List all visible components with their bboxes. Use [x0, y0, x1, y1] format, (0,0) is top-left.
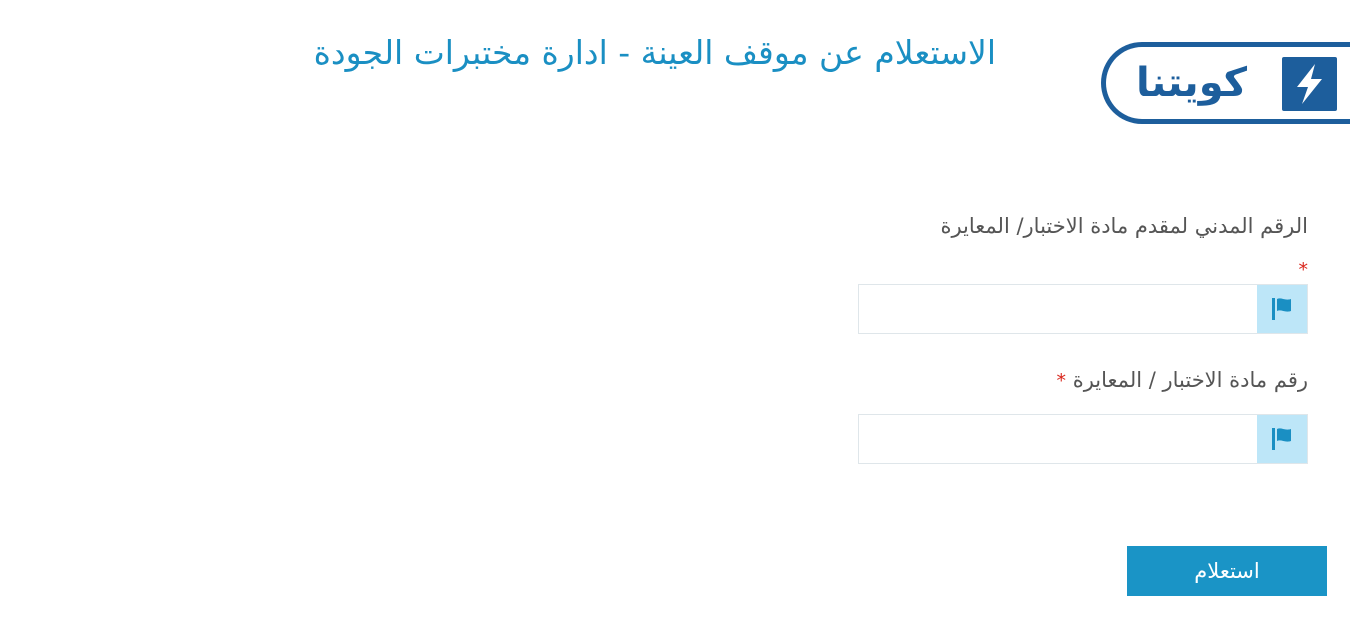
required-asterisk: *	[1298, 259, 1309, 281]
civil-id-label: الرقم المدني لمقدم مادة الاختبار/ المعاي…	[940, 214, 1308, 238]
required-asterisk: *	[1056, 370, 1067, 392]
page: كويتنا الاستعلام عن موقف العينة - ادارة …	[0, 0, 1350, 628]
lightning-bolt-icon	[1282, 57, 1337, 111]
inquiry-form: الرقم المدني لمقدم مادة الاختبار/ المعاي…	[858, 208, 1308, 464]
inquiry-submit-button[interactable]: استعلام	[1127, 546, 1327, 596]
civil-id-required-line: *	[858, 256, 1309, 282]
flag-glyph	[1272, 298, 1291, 320]
lightning-bolt-glyph	[1297, 64, 1322, 104]
flag-glyph	[1272, 428, 1291, 450]
flag-icon	[1257, 415, 1307, 463]
test-number-input-group	[858, 414, 1308, 464]
test-number-label-text: رقم مادة الاختبار / المعايرة	[1072, 368, 1308, 392]
civil-id-input[interactable]	[859, 285, 1257, 333]
page-title: الاستعلام عن موقف العينة - ادارة مختبرات…	[313, 33, 996, 72]
civil-id-input-group	[858, 284, 1308, 334]
flag-icon	[1257, 285, 1307, 333]
kuwaitna-logo[interactable]: كويتنا	[1101, 42, 1350, 124]
logo-text: كويتنا	[1136, 60, 1248, 106]
test-number-input[interactable]	[859, 415, 1257, 463]
test-number-label: رقم مادة الاختبار / المعايرة *	[858, 362, 1308, 399]
